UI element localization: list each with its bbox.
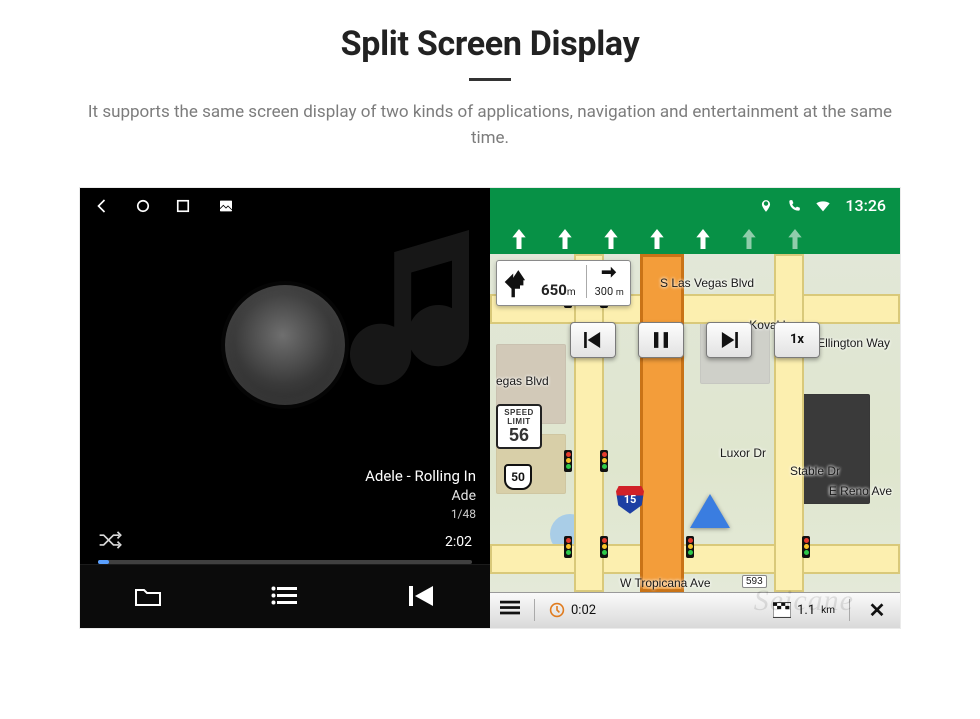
street-label: Stable Dr [790, 464, 840, 478]
traffic-light-icon [564, 536, 572, 558]
track-title: Adele - Rolling In [94, 466, 476, 486]
route-pause-button[interactable] [638, 322, 684, 358]
clock-icon [549, 602, 565, 618]
shuffle-icon[interactable] [98, 530, 124, 554]
flag-icon [773, 602, 791, 618]
music-dock [80, 564, 490, 628]
map-road [490, 544, 900, 574]
map-pane[interactable]: S Las Vegas Blvd Koval Ln Duke Ellington… [490, 224, 900, 628]
traffic-light-icon [564, 450, 572, 472]
us-route-shield: 50 [504, 464, 532, 490]
page-subtitle: It supports the same screen display of t… [70, 99, 910, 152]
map-canvas[interactable]: S Las Vegas Blvd Koval Ln Duke Ellington… [490, 254, 900, 592]
route-speed-button[interactable]: 1x [774, 322, 820, 358]
lane-arrow-icon [510, 229, 528, 249]
street-label: E Reno Ave [829, 484, 892, 498]
vehicle-cursor-icon [690, 494, 730, 528]
lane-arrow-icon [740, 229, 758, 249]
phone-icon [787, 199, 801, 213]
route-prev-button[interactable] [570, 322, 616, 358]
recents-icon[interactable] [174, 197, 192, 215]
music-note-icon [350, 224, 490, 414]
traffic-light-icon [600, 536, 608, 558]
album-art-area [80, 224, 490, 467]
lane-arrow-icon [786, 229, 804, 249]
title-underline [469, 78, 511, 81]
traffic-light-icon [686, 536, 694, 558]
status-bar: 13:26 [80, 188, 900, 224]
traffic-light-icon [600, 450, 608, 472]
turn-left-icon [503, 265, 537, 299]
split-screen-device: 13:26 Adele - Rolling In Ade 1/48 [80, 188, 900, 628]
playlist-button[interactable] [268, 579, 302, 613]
street-badge: 593 [742, 575, 767, 588]
route-playback-controls: 1x [570, 322, 820, 358]
map-highway [640, 254, 684, 592]
speed-limit-sign: SPEED LIMIT 56 [496, 404, 542, 450]
menu-icon[interactable] [500, 600, 520, 620]
lane-arrow-icon [556, 229, 574, 249]
route-next-button[interactable] [706, 322, 752, 358]
turn-instruction-panel: 650m 300 m [496, 260, 631, 306]
street-label: W Tropicana Ave [620, 576, 711, 590]
home-icon[interactable] [134, 197, 152, 215]
street-label: Luxor Dr [720, 446, 766, 460]
location-icon [759, 199, 773, 213]
lane-arrow-icon [602, 229, 620, 249]
map-bottom-bar: 0:02 1.1 km ✕ [490, 592, 900, 628]
track-artist: Ade [94, 487, 476, 506]
lane-guidance [490, 224, 900, 254]
android-nav-bar [80, 188, 490, 224]
album-circle[interactable] [225, 285, 345, 405]
picture-icon[interactable] [218, 198, 234, 214]
back-icon[interactable] [94, 197, 112, 215]
turn-right-icon [600, 265, 618, 283]
folder-button[interactable] [131, 579, 165, 613]
previous-button[interactable] [405, 579, 439, 613]
status-clock: 13:26 [845, 196, 886, 215]
lane-arrow-icon [648, 229, 666, 249]
progress-bar[interactable] [98, 560, 472, 564]
status-right: 13:26 [490, 188, 900, 224]
elapsed-time: 2:02 [445, 534, 472, 550]
eta-time: 0:02 [549, 602, 596, 618]
turn-next-distance: 300 [595, 285, 614, 298]
turn-distance-unit: m [567, 287, 576, 298]
track-meta: Adele - Rolling In Ade 1/48 [80, 466, 490, 529]
remaining-distance: 1.1 km [773, 602, 835, 618]
turn-distance: 650 [541, 281, 567, 299]
page-title: Split Screen Display [40, 24, 940, 64]
close-button[interactable]: ✕ [864, 597, 890, 623]
track-index: 1/48 [94, 506, 476, 522]
turn-next-unit: m [616, 288, 624, 298]
map-road [774, 254, 804, 592]
speed-label-1: SPEED [498, 406, 540, 417]
street-label: S Las Vegas Blvd [660, 276, 754, 290]
speed-limit-value: 56 [498, 426, 540, 448]
street-label: egas Blvd [496, 374, 549, 388]
music-pane: Adele - Rolling In Ade 1/48 2:02 [80, 224, 490, 628]
wifi-icon [815, 199, 831, 213]
lane-arrow-icon [694, 229, 712, 249]
traffic-light-icon [802, 536, 810, 558]
